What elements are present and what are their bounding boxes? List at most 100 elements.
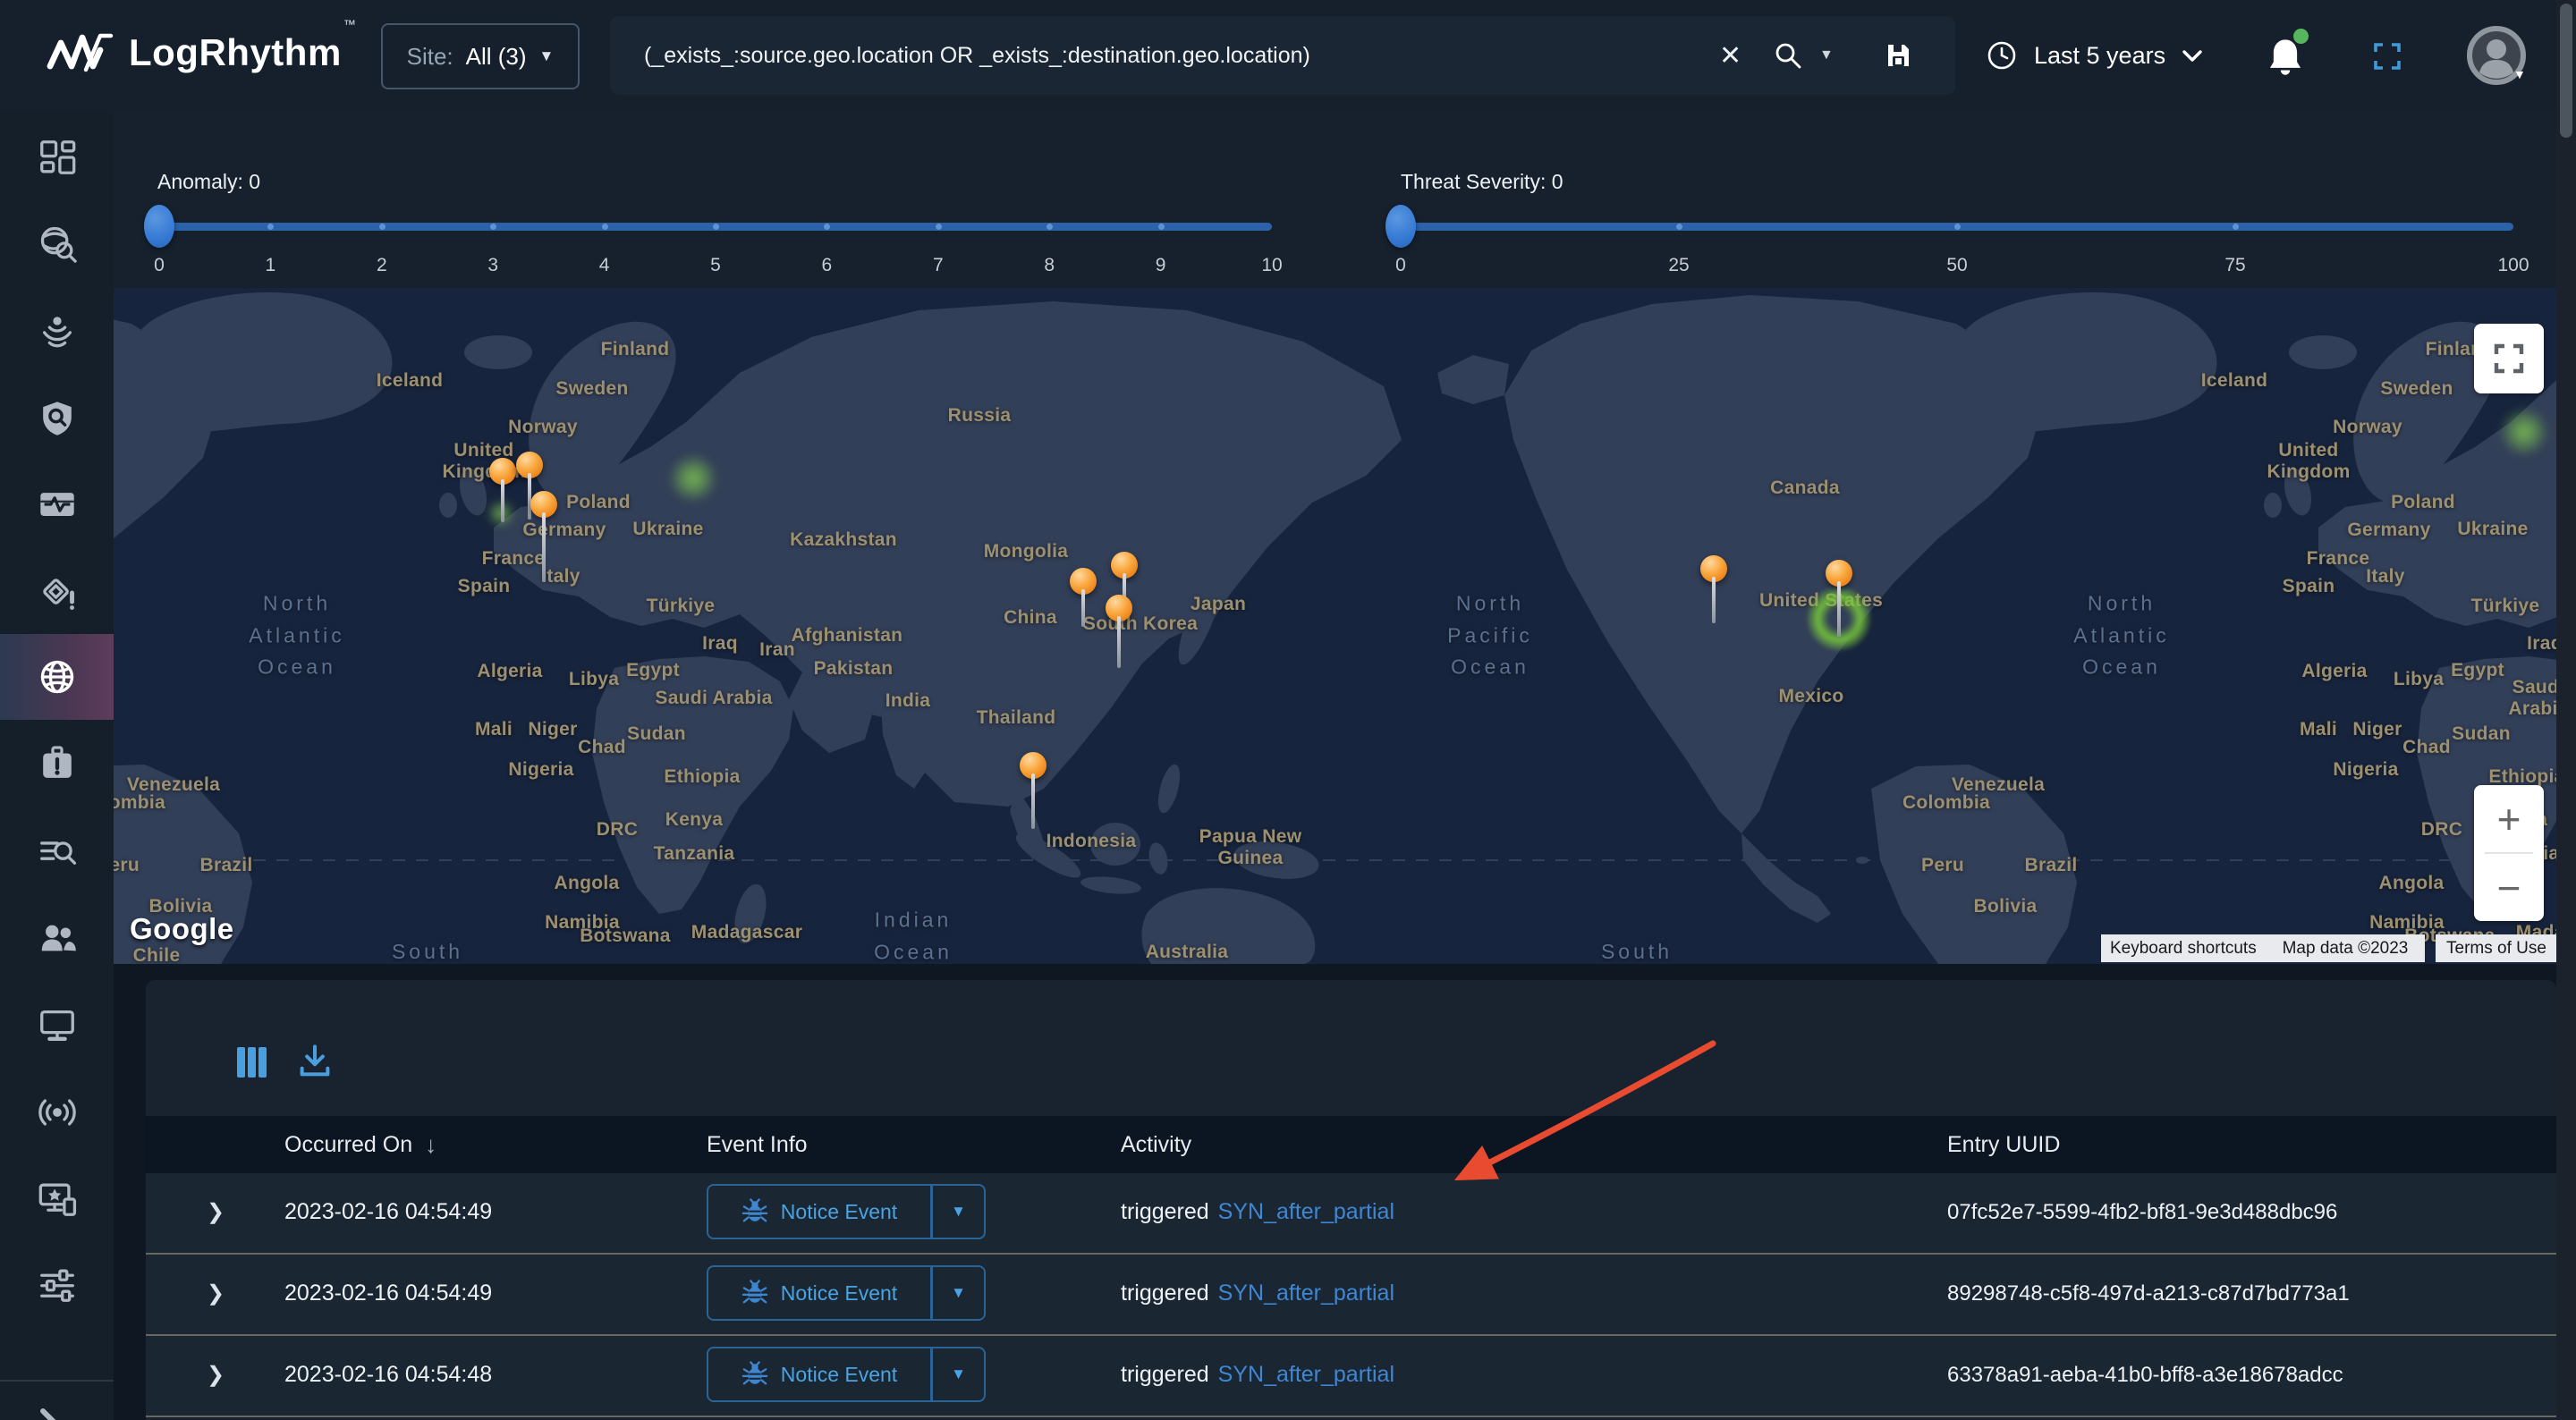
slider-tick-label: 7 (933, 255, 944, 276)
map-pin[interactable] (1826, 560, 1852, 587)
zoom-in-button[interactable]: + (2474, 785, 2544, 852)
column-header-event-info[interactable]: Event Info (707, 1116, 808, 1173)
logrhythm-logo: LogRhythm™ (47, 27, 356, 79)
map-pin[interactable] (516, 452, 543, 478)
occurred-on-cell: 2023-02-16 04:54:49 (284, 1255, 492, 1332)
download-icon[interactable] (296, 1043, 334, 1085)
slider-step-dot (713, 224, 719, 230)
map-pin[interactable] (1111, 552, 1138, 579)
sidebar-item-entities[interactable] (0, 895, 114, 981)
sidebar-item-deployment-manager[interactable] (0, 1156, 114, 1242)
table-row[interactable]: ❯ 2023-02-16 04:54:49 Notice Event ▼ tri… (146, 1173, 2556, 1255)
shield-search-icon (37, 398, 78, 439)
sidebar-item-network-activity[interactable] (0, 1069, 114, 1155)
map-pin[interactable] (1070, 568, 1097, 595)
map-glow-marker (669, 454, 717, 503)
activity-link[interactable]: SYN_after_partial (1218, 1199, 1394, 1225)
column-header-occurred-on[interactable]: Occurred On↓ (284, 1116, 436, 1173)
map-fullscreen-button[interactable] (2474, 324, 2544, 393)
time-range-picker[interactable]: Last 5 years (1986, 0, 2203, 111)
search-options-caret-icon[interactable]: ▼ (1819, 16, 1834, 95)
notice-event-button[interactable]: Notice Event (707, 1347, 932, 1402)
map-pin[interactable] (489, 458, 516, 485)
slider-tick-label: 4 (599, 255, 610, 276)
save-search-icon[interactable] (1884, 16, 1912, 95)
notice-event-split-button[interactable]: Notice Event ▼ (707, 1347, 986, 1402)
anomaly-slider-handle[interactable] (144, 205, 174, 248)
notice-event-dropdown[interactable]: ▼ (932, 1184, 986, 1239)
slider-tick-label: 2 (377, 255, 387, 276)
sidebar-item-discover[interactable] (0, 200, 114, 286)
table-header-row: Occurred On↓ Event Info Activity Entry U… (146, 1116, 2556, 1175)
broadcast-icon (37, 1092, 78, 1133)
page-scrollbar[interactable] (2556, 0, 2576, 1420)
row-expander[interactable]: ❯ (207, 1173, 225, 1251)
notice-event-button[interactable]: Notice Event (707, 1184, 932, 1239)
sidebar-item-security-analytics[interactable] (0, 376, 114, 461)
threat-slider-label: Threat Severity: 0 (1401, 170, 1563, 194)
anomaly-slider-track[interactable]: 012345678910 (159, 223, 1272, 231)
column-picker-icon[interactable] (234, 1044, 268, 1085)
column-header-activity[interactable]: Activity (1121, 1116, 1191, 1173)
threat-slider-track[interactable]: 0255075100 (1401, 223, 2513, 231)
entry-uuid-cell: 89298748-c5f8-497d-a213-c87d7bd773a1 (1947, 1255, 2350, 1332)
map-pin[interactable] (1700, 555, 1727, 582)
notifications-button[interactable] (2267, 36, 2308, 80)
map-pin[interactable] (1020, 752, 1046, 779)
threat-slider-handle[interactable] (1385, 205, 1416, 248)
list-search-icon (37, 832, 78, 873)
table-row[interactable]: ❯ 2023-02-16 04:54:48 Notice Event ▼ tri… (146, 1336, 2556, 1417)
map-attribution-keyboard-shortcuts[interactable]: Keyboard shortcuts (2101, 934, 2266, 962)
map-zoom-control: + − (2474, 785, 2544, 921)
filters-strip: Anomaly: 0 012345678910 Threat Severity:… (114, 111, 2556, 288)
column-header-entry-uuid[interactable]: Entry UUID (1947, 1116, 2060, 1173)
map-pin-stem (501, 479, 504, 522)
notice-event-split-button[interactable]: Notice Event ▼ (707, 1184, 986, 1239)
notice-event-dropdown[interactable]: ▼ (932, 1265, 986, 1321)
geo-map[interactable]: Google + − FinlandFinlandIcelandIcelandS… (114, 288, 2556, 964)
row-expander[interactable]: ❯ (207, 1255, 225, 1332)
table-row[interactable]: ❯ 2023-02-16 04:54:49 Notice Event ▼ tri… (146, 1255, 2556, 1336)
search-query-text: (_exists_:source.geo.location OR _exists… (644, 16, 1310, 95)
sidebar-item-geo-map[interactable] (0, 634, 114, 720)
globe-search-icon (37, 223, 78, 264)
sort-desc-icon[interactable]: ↓ (425, 1131, 436, 1159)
site-selector[interactable]: Site: All (3) ▼ (381, 23, 580, 89)
slider-step-dot (936, 224, 942, 230)
fullscreen-button[interactable] (2372, 41, 2402, 76)
sidebar-collapse-icon[interactable] (36, 1406, 72, 1420)
map-pin[interactable] (1106, 595, 1132, 621)
slider-tick-label: 75 (2224, 255, 2245, 276)
notice-event-split-button[interactable]: Notice Event ▼ (707, 1265, 986, 1321)
activity-link[interactable]: SYN_after_partial (1218, 1362, 1394, 1388)
search-query-input[interactable]: (_exists_:source.geo.location OR _exists… (610, 16, 1955, 95)
sidebar-item-threat-activity[interactable] (0, 287, 114, 373)
map-pin[interactable] (530, 491, 557, 518)
notice-event-button[interactable]: Notice Event (707, 1265, 932, 1321)
clear-search-icon[interactable]: ✕ (1719, 16, 1741, 95)
activity-cell: triggeredSYN_after_partial (1121, 1336, 1394, 1414)
top-header: LogRhythm™ Site: All (3) ▼ (_exists_:sou… (0, 0, 2576, 111)
sidebar-item-dashboard[interactable] (0, 114, 114, 200)
notice-event-dropdown[interactable]: ▼ (932, 1347, 986, 1402)
row-expander[interactable]: ❯ (207, 1336, 225, 1414)
search-icon[interactable] (1773, 16, 1803, 95)
radar-icon (37, 309, 78, 351)
map-attribution-terms-of-use[interactable]: Terms of Use (2436, 934, 2556, 962)
map-pin-stem (1712, 577, 1716, 623)
slider-tick-label: 6 (822, 255, 833, 276)
user-avatar[interactable]: ▼ (2467, 26, 2526, 85)
monitor-icon (37, 1004, 78, 1045)
sidebar-item-alarms[interactable] (0, 550, 114, 636)
sidebar-item-settings[interactable] (0, 1242, 114, 1328)
scrollbar-thumb[interactable] (2560, 4, 2572, 138)
sidebar-item-endpoints[interactable] (0, 982, 114, 1068)
slider-tick-label: 0 (154, 255, 165, 276)
sidebar-item-log-search[interactable] (0, 809, 114, 895)
activity-link[interactable]: SYN_after_partial (1218, 1281, 1394, 1306)
map-attribution-map-data[interactable]: Map data ©2023 (2266, 934, 2425, 962)
sidebar-item-health-monitor[interactable] (0, 461, 114, 547)
sidebar-item-cases[interactable] (0, 721, 114, 807)
zoom-out-button[interactable]: − (2474, 854, 2544, 921)
bug-icon (741, 1361, 768, 1388)
